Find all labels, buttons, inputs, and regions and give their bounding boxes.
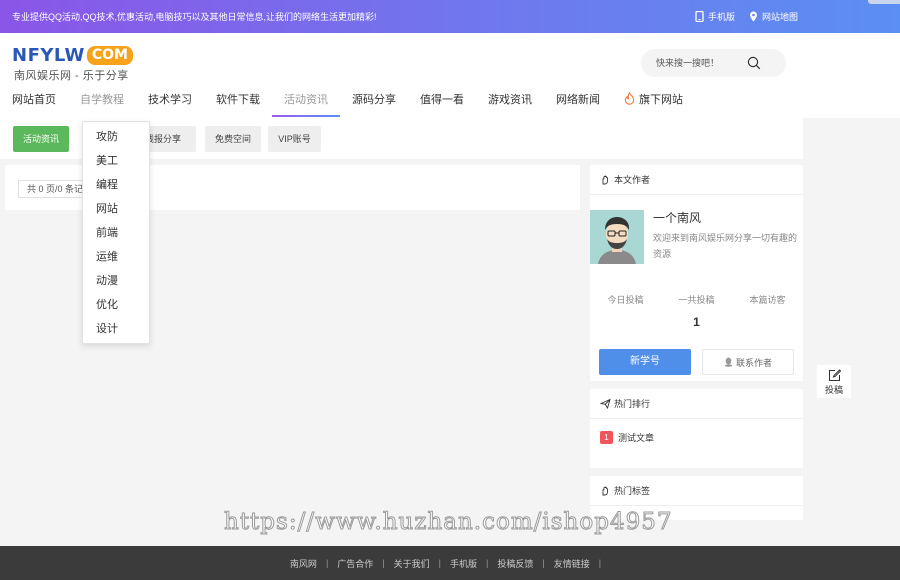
hot-ranking-title: 热门排行 (614, 399, 651, 409)
hot-tags-title: 热门标签 (614, 486, 651, 496)
site-footer: 南风网 | 广告合作 | 关于我们 | 手机版 | 投稿反馈 | 友情链接 | (0, 546, 900, 580)
new-account-button[interactable]: 新学号 (599, 349, 691, 375)
footer-link-ads[interactable]: 广告合作 (337, 557, 373, 570)
watermark-text: https://www.huzhan.com/ishop4957 (223, 509, 673, 536)
footer-link-feedback[interactable]: 投稿反馈 (497, 557, 533, 570)
footer-divider: | (438, 558, 441, 568)
subnav-free-space[interactable]: 免费空间 (205, 126, 261, 152)
nav-web-news[interactable]: 网络新闻 (544, 90, 612, 118)
nav-source-share[interactable]: 源码分享 (340, 90, 408, 118)
footer-divider: | (542, 558, 545, 568)
site-logo[interactable]: NFYLW COM (12, 45, 133, 66)
author-stats: 今日投稿 一共投稿 本篇访客 (590, 293, 803, 306)
stat-total-value: 1 (693, 315, 700, 329)
hot-tags-header: 热门标签 (590, 476, 803, 506)
footer-divider: | (325, 558, 329, 568)
nav-sister-sites[interactable]: 旗下网站 (612, 90, 695, 118)
logo-com-badge: COM (86, 46, 133, 65)
logo-wordmark: NFYLW (12, 45, 85, 66)
list-item[interactable]: 1 测试文章 (600, 431, 654, 444)
footer-divider: | (486, 558, 489, 568)
dropdown-item-attack-defense[interactable]: 攻防 (83, 125, 149, 149)
footer-link-home[interactable]: 南风网 (290, 557, 317, 570)
site-header: NFYLW COM 南风娱乐网 - 乐于分享 网站首页 自学教程 技术学习 软件… (0, 33, 900, 118)
search-box (641, 49, 786, 77)
nav-activity-news[interactable]: 活动资讯 (272, 90, 340, 118)
search-input[interactable] (656, 58, 746, 68)
stat-total-posts: 一共投稿 (678, 295, 715, 305)
nav-worth-reading[interactable]: 值得一看 (408, 90, 476, 118)
dropdown-item-ui-design[interactable]: 设计 (83, 317, 149, 341)
site-notice: 专业提供QQ活动,QQ技术,优惠活动,电脑技巧以及其他日常信息,让我们的网络生活… (12, 12, 377, 22)
fire-icon (624, 92, 635, 105)
pagination-info: 共 0 页/0 条记录 (18, 180, 91, 198)
stat-today-posts: 今日投稿 (607, 295, 644, 305)
paper-plane-icon (600, 398, 611, 409)
nav-game-news[interactable]: 游戏资讯 (476, 90, 544, 118)
footer-link-mobile[interactable]: 手机版 (450, 557, 477, 570)
dropdown-item-ops[interactable]: 运维 (83, 245, 149, 269)
footer-link-friends[interactable]: 友情链接 (554, 557, 590, 570)
mobile-link-label: 手机版 (707, 12, 735, 22)
hot-article-title: 测试文章 (618, 433, 655, 443)
footer-link-about[interactable]: 关于我们 (394, 557, 430, 570)
hand-icon (602, 486, 608, 496)
phone-icon (695, 11, 704, 22)
dropdown-item-website[interactable]: 网站 (83, 197, 149, 221)
top-notice-bar: 专业提供QQ活动,QQ技术,优惠活动,电脑技巧以及其他日常信息,让我们的网络生活… (0, 0, 900, 33)
author-panel-title: 本文作者 (614, 175, 651, 185)
site-slogan: 南风娱乐网 - 乐于分享 (14, 70, 129, 82)
main-nav: 网站首页 自学教程 技术学习 软件下载 活动资讯 源码分享 值得一看 游戏资讯 … (0, 90, 695, 118)
footer-divider: | (598, 558, 602, 568)
nav-home[interactable]: 网站首页 (0, 90, 68, 118)
nav-tutorials[interactable]: 自学教程 (68, 90, 136, 118)
stat-page-visitors: 本篇访客 (749, 295, 786, 305)
author-description: 欢迎来到南风娱乐网分享一切有趣的资源 (653, 233, 798, 259)
qq-penguin-icon (724, 357, 733, 367)
active-nav-indicator (272, 115, 340, 117)
author-avatar-illustration (590, 210, 644, 264)
hand-icon (602, 175, 608, 185)
contact-author-label: 联系作者 (735, 357, 772, 368)
hot-ranking-panel: 热门排行 1 测试文章 (590, 389, 803, 468)
nav-software-download[interactable]: 软件下载 (204, 90, 272, 118)
dropdown-item-programming[interactable]: 编程 (83, 173, 149, 197)
author-name[interactable]: 一个南风 (653, 209, 701, 226)
author-panel: 本文作者 一个南风 欢迎来到南风娱乐网分享一切有趣的资源 今日投稿 一共投稿 本… (590, 165, 803, 381)
contact-author-button[interactable]: 联系作者 (702, 349, 794, 375)
subnav-vip-account[interactable]: VIP账号 (268, 126, 321, 152)
nav-tech-learning[interactable]: 技术学习 (136, 90, 204, 118)
dropdown-item-anime[interactable]: 动漫 (83, 269, 149, 293)
dropdown-item-frontend[interactable]: 前端 (83, 221, 149, 245)
rank-badge: 1 (600, 431, 613, 444)
footer-divider: | (382, 558, 385, 568)
dropdown-item-seo[interactable]: 优化 (83, 293, 149, 317)
sitemap-link-label: 网站地图 (761, 12, 798, 22)
dropdown-item-design-art[interactable]: 美工 (83, 149, 149, 173)
hot-ranking-header: 热门排行 (590, 389, 803, 419)
tutorial-dropdown-menu: 攻防 美工 编程 网站 前端 运维 动漫 优化 设计 (82, 121, 150, 344)
search-icon[interactable] (747, 56, 761, 70)
location-pin-icon (749, 11, 757, 22)
corner-tab[interactable] (868, 0, 900, 4)
mobile-link[interactable]: 手机版 (695, 10, 735, 23)
floating-submit-button[interactable]: 投稿 (817, 365, 851, 398)
floating-submit-label: 投稿 (824, 385, 843, 395)
avatar[interactable] (590, 210, 644, 264)
edit-icon (828, 369, 841, 381)
author-panel-header: 本文作者 (590, 165, 803, 195)
subnav-activity-news[interactable]: 活动资讯 (13, 126, 69, 152)
sitemap-link[interactable]: 网站地图 (749, 10, 798, 23)
